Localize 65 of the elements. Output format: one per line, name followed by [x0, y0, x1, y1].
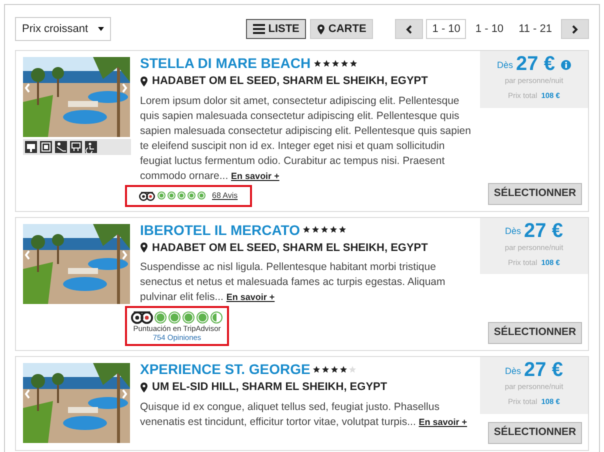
star-icon — [302, 226, 310, 233]
price-prefix: Dès — [505, 364, 522, 378]
sort-dropdown[interactable]: Prix croissant — [15, 17, 111, 41]
star-icon — [314, 60, 321, 66]
price-amount: 27 € — [524, 359, 563, 381]
hotel-location: HADABET OM EL SEED, SHARM EL SHEIKH, EGYPT — [152, 240, 428, 256]
previous-page-button[interactable] — [395, 19, 424, 39]
view-tab[interactable]: CARTE — [310, 19, 374, 39]
list-icon — [253, 24, 266, 34]
read-more-link[interactable]: En savoir + — [231, 170, 280, 180]
filled-bubble-icon — [182, 310, 195, 324]
page-link[interactable]: 11 - 21 — [512, 19, 558, 39]
star-icon — [332, 60, 339, 66]
page-link[interactable]: 1 - 10 — [426, 19, 466, 39]
safe-icon — [40, 141, 52, 153]
read-more-link[interactable]: En savoir + — [418, 416, 468, 426]
hotel-description: Suspendisse ac nisl ligula. Pellentesque habitant morbi tristique senectus et netus et malesuada fames ac turpis egestas. Aliquam pulvinar elit felis... En savoir + — [140, 260, 446, 305]
television-icon — [25, 141, 37, 153]
star-icon — [330, 226, 337, 233]
star-icon — [320, 226, 328, 233]
filled-bubble-icon — [168, 310, 181, 324]
price-amount: 27 € — [524, 220, 563, 242]
hotel-location: HADABET OM EL SEED, SHARM EL SHEIKH, EGYPT — [152, 74, 428, 89]
price-prefix: Dès — [505, 225, 522, 238]
owl-logo-icon — [139, 190, 155, 200]
hotel-description: Quisque id ex congue, aliquet tellus sed, feugiat justo. Phasellus venenatis est tincidunt, efficitur tortor vitae, volutpat turpis... En savoir + — [140, 400, 468, 430]
select-button[interactable]: SÉLECTIONNER — [488, 422, 582, 444]
info-icon[interactable] — [560, 60, 571, 70]
massage-icon — [55, 141, 67, 153]
filled-bubble-icon — [154, 310, 167, 324]
star-icon — [350, 60, 357, 66]
half-bubble-icon — [210, 310, 223, 324]
star-icon — [322, 366, 330, 372]
owl-logo-icon — [131, 310, 153, 324]
star-icon — [338, 226, 346, 233]
hotel-name[interactable]: STELLA DI MARE BEACH — [140, 55, 311, 71]
view-tab[interactable]: LISTE — [246, 19, 306, 39]
page-link[interactable]: 1 - 10 — [469, 19, 510, 39]
star-icon — [322, 60, 330, 66]
wheelchair-icon — [85, 141, 97, 153]
price-prefix: Dès — [497, 58, 514, 72]
filled-bubble-icon — [196, 310, 209, 324]
chevron-left-icon — [406, 24, 412, 34]
projector-icon — [70, 141, 82, 153]
hotel-location: UM EL-SID HILL, SHARM EL SHEIKH, EGYPT — [152, 380, 388, 395]
select-button[interactable]: SÉLECTIONNER — [488, 322, 582, 344]
price-amount: 27 € — [516, 53, 555, 75]
hotel-name[interactable]: XPERIENCE ST. GEORGE — [140, 361, 310, 377]
read-more-link[interactable]: En savoir + — [226, 292, 275, 302]
star-icon — [312, 226, 319, 233]
hotel-description: Lorem ipsum dolor sit amet, consectetur adipiscing elit. Pellentesque quis sapien malesuada consectetur adipiscing elit. Pellentesque quis sapien malesuada consectetur adipiscing elit. Pellentesque quis sapien te eleifend suscipit non id ex. Integer eget nisi et quam sollicitudin feugiat luctus fermentum odio. Curabitur ac tempus nisi. Praesent commodo ornare... En savoir + — [140, 94, 472, 184]
chevron-right-icon — [572, 24, 578, 34]
next-page-button[interactable] — [561, 19, 589, 39]
caret-icon — [98, 27, 104, 31]
pin-icon — [140, 76, 148, 87]
pin-icon — [140, 242, 148, 254]
reviews-link[interactable]: 68 Avis — [212, 190, 238, 202]
star-icon — [331, 366, 338, 372]
select-button[interactable]: SÉLECTIONNER — [488, 182, 582, 204]
star-icon — [340, 366, 348, 372]
pin-icon — [317, 24, 326, 34]
pin-icon — [140, 382, 148, 393]
star-icon — [340, 60, 348, 66]
star-icon — [313, 366, 320, 372]
hotel-name[interactable]: IBEROTEL IL MERCATO — [140, 222, 300, 238]
